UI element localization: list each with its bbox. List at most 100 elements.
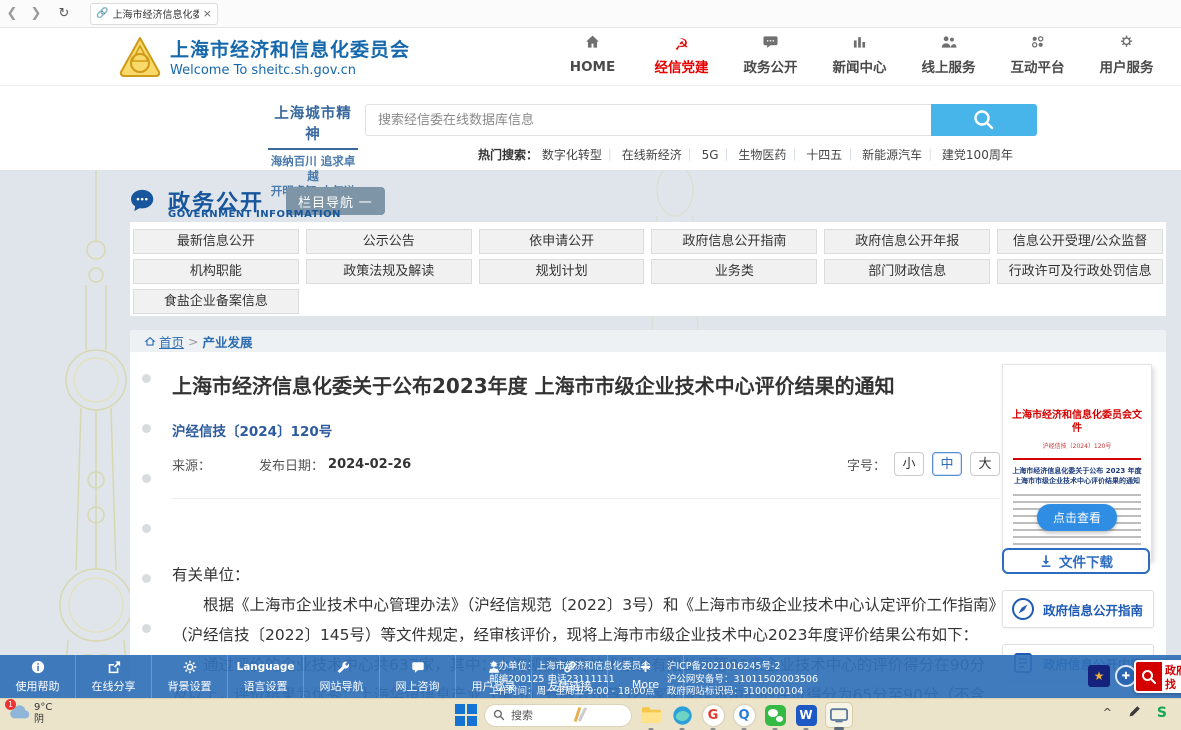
search-input[interactable]: [365, 104, 931, 136]
nav-item-interactive[interactable]: 互动平台: [993, 34, 1082, 76]
sogou-input-icon[interactable]: S: [1157, 705, 1167, 721]
browser-chrome: ❮ ❯ ↻ 🔗 上海市经济信息化委关于公布 ×: [0, 0, 1181, 28]
nav-label: 线上服务: [922, 60, 976, 76]
nav-label: 互动平台: [1011, 60, 1065, 76]
back-icon[interactable]: ❮: [0, 6, 24, 21]
nav-label: 经信党建: [655, 60, 709, 76]
gov-site-find-error-widget[interactable]: 政府 找: [1134, 660, 1181, 693]
gov-link-policies[interactable]: 政策法规及解读: [306, 259, 472, 284]
gov-link-notices[interactable]: 公示公告: [306, 229, 472, 254]
gov-link-licensing[interactable]: 行政许可及行政处罚信息: [997, 259, 1163, 284]
gov-link-finance[interactable]: 部门财政信息: [824, 259, 990, 284]
browser-tab[interactable]: 🔗 上海市经济信息化委关于公布 ×: [90, 3, 218, 25]
edge-browser-icon[interactable]: [670, 703, 694, 727]
page-icon: 🔗: [96, 8, 108, 19]
toolbar-background-settings[interactable]: 背景设置: [152, 655, 228, 698]
taskbar-search-box[interactable]: 搜索: [484, 704, 632, 727]
nav-item-news[interactable]: 新闻中心: [815, 34, 904, 76]
gov-link-salt[interactable]: 食盐企业备案信息: [133, 289, 299, 314]
reload-icon[interactable]: ↻: [52, 6, 76, 21]
document-preview-header: 上海市经济和信息化委员会文件: [1003, 409, 1151, 435]
site-logo[interactable]: 上海市经济和信息化委员会 Welcome To sheitc.sh.gov.cn: [118, 35, 410, 78]
wrench-icon: [304, 660, 379, 676]
gov-link-plans[interactable]: 规划计划: [479, 259, 645, 284]
nav-item-user-service[interactable]: 用户服务: [1082, 34, 1171, 76]
word-icon[interactable]: W: [794, 703, 818, 727]
hot-term[interactable]: 建党100周年: [942, 148, 1013, 162]
gov-link-supervision[interactable]: 信息公开受理/公众监督: [997, 229, 1163, 254]
sidebar-link-label: 政府信息公开指南: [1043, 600, 1143, 619]
download-file-button[interactable]: 文件下载: [1002, 548, 1150, 574]
hot-term[interactable]: 在线新经济: [622, 148, 698, 162]
document-preview[interactable]: 上海市经济和信息化委员会文件 沪经信技〔2024〕120号 上海市经济信息化委关…: [1002, 364, 1152, 560]
forward-icon[interactable]: ❯: [24, 6, 48, 21]
nav-item-party[interactable]: ☭ 经信党建: [637, 34, 726, 76]
font-small-button[interactable]: 小: [894, 452, 924, 476]
security-emblem-badge[interactable]: ★: [1088, 665, 1110, 687]
q-app-icon[interactable]: Q: [732, 703, 756, 727]
sidebar-link-guide[interactable]: 政府信息公开指南: [1002, 590, 1154, 628]
news-bars-icon: [815, 34, 904, 56]
main-nav: HOME ☭ 经信党建 政务公开 新闻中心 线上服务 互动平台: [548, 34, 1173, 76]
decorative-dots: [142, 374, 152, 674]
emblem-icon: [118, 36, 162, 78]
article-title: 上海市经济信息化委关于公布2023年度 上海市市级企业技术中心评价结果的通知: [172, 370, 992, 399]
toolbar-help[interactable]: 使用帮助: [0, 655, 76, 698]
gov-link-latest-info[interactable]: 最新信息公开: [133, 229, 299, 254]
gov-link-by-request[interactable]: 依申请公开: [479, 229, 645, 254]
toolbar-language[interactable]: Language 语言设置: [228, 655, 304, 698]
pen-input-icon[interactable]: [1128, 703, 1141, 722]
gov-link-annual-report[interactable]: 政府信息公开年报: [824, 229, 990, 254]
wechat-icon[interactable]: [763, 703, 787, 727]
taskbar-weather-widget[interactable]: 1 9°C 阴: [8, 702, 52, 726]
windows-start-button[interactable]: [455, 704, 477, 726]
city-spirit-line1: 海纳百川 追求卓越: [268, 154, 358, 184]
site-header: 上海市经济和信息化委员会 Welcome To sheitc.sh.gov.cn…: [0, 28, 1181, 86]
accessibility-toolbar: 使用帮助 在线分享 背景设置 Language 语言设置 网站导航 网上咨询: [0, 655, 1181, 698]
toolbar-consult[interactable]: 网上咨询: [380, 655, 456, 698]
nav-item-online-service[interactable]: 线上服务: [904, 34, 993, 76]
find-error-label: 政府 找: [1162, 662, 1181, 691]
hot-term[interactable]: 数字化转型: [542, 148, 618, 162]
source-label: 来源：: [172, 455, 211, 474]
weather-text: 9°C 阴: [34, 702, 52, 726]
search-icon: [493, 709, 505, 721]
breadcrumb-separator: >: [188, 334, 198, 349]
chat-icon: [380, 660, 455, 676]
search-highlight-image: [570, 707, 623, 723]
gov-link-guide[interactable]: 政府信息公开指南: [651, 229, 817, 254]
hot-term[interactable]: 5G: [702, 148, 735, 162]
font-medium-button[interactable]: 中: [932, 452, 962, 476]
g-app-icon[interactable]: G: [701, 703, 725, 727]
hot-term[interactable]: 生物医药: [738, 148, 802, 162]
search-button[interactable]: [931, 104, 1037, 136]
speech-bubble-icon: [726, 34, 815, 56]
gov-bubble-icon: [130, 189, 158, 213]
tab-close-icon[interactable]: ×: [203, 7, 212, 20]
font-size-control: 字号： 小 中 大: [847, 452, 1000, 476]
view-document-button[interactable]: 点击查看: [1037, 504, 1117, 531]
breadcrumb: 首页 > 产业发展: [130, 330, 1166, 352]
breadcrumb-home[interactable]: 首页: [144, 332, 184, 351]
active-app-snip-tool[interactable]: [825, 702, 853, 728]
font-large-button[interactable]: 大: [970, 452, 1000, 476]
nav-item-home[interactable]: HOME: [548, 34, 637, 76]
taskbar-search-label: 搜索: [511, 707, 564, 723]
tray-expand-icon[interactable]: ^: [1103, 706, 1112, 719]
gov-link-functions[interactable]: 机构职能: [133, 259, 299, 284]
hot-term[interactable]: 新能源汽车: [862, 148, 938, 162]
file-explorer-icon[interactable]: [639, 703, 663, 727]
hot-term[interactable]: 十四五: [806, 148, 858, 162]
language-label: Language: [228, 660, 303, 676]
city-spirit-title: 上海城市精神: [268, 102, 358, 150]
toolbar-sitemap[interactable]: 网站导航: [304, 655, 380, 698]
download-icon: [1039, 554, 1053, 568]
site-footer-info: 主办单位：上海市经济和信息化委员会 邮编200125 电话23111111 工作…: [489, 661, 818, 699]
share-icon: [76, 660, 151, 676]
gov-link-business[interactable]: 业务类: [651, 259, 817, 284]
article-doc-number: 沪经信技〔2024〕120号: [172, 420, 332, 440]
nav-item-gov-info[interactable]: 政务公开: [726, 34, 815, 76]
breadcrumb-current[interactable]: 产业发展: [203, 332, 253, 351]
toolbar-share[interactable]: 在线分享: [76, 655, 152, 698]
nav-label: HOME: [570, 59, 615, 75]
